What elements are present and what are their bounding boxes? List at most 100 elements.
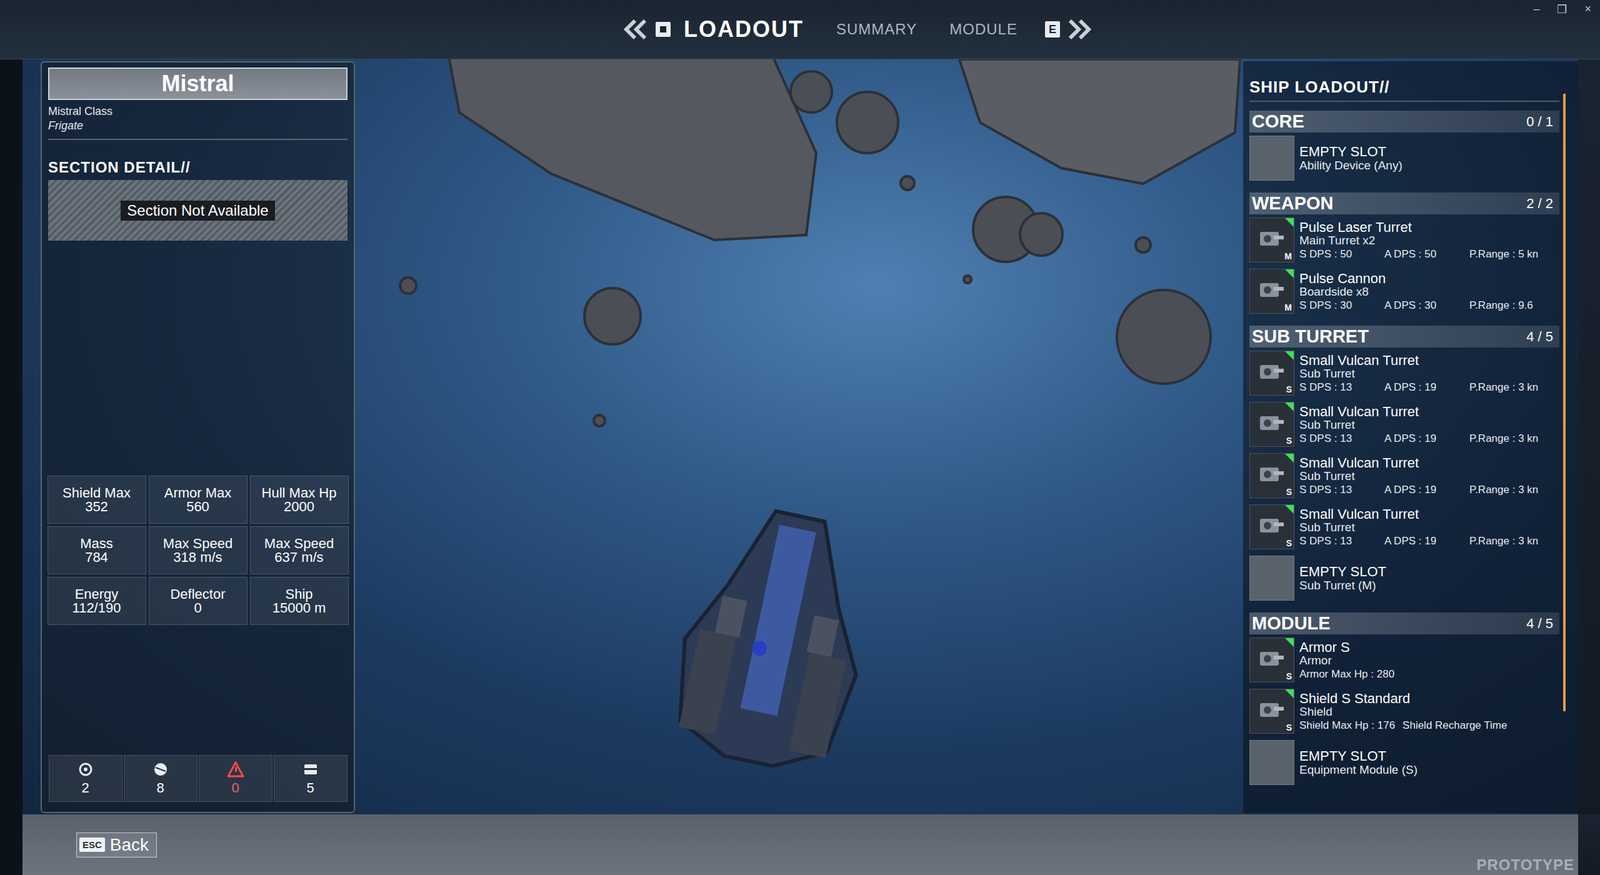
loadout-slot[interactable]: EMPTY SLOTEquipment Module (S) <box>1249 736 1560 789</box>
slot-stats: S DPS : 30A DPS : 30P.Range : 9.6 <box>1299 300 1555 312</box>
slot-stat: A DPS : 19 <box>1384 484 1462 496</box>
device-icon <box>1255 510 1287 542</box>
prev-tab-icon[interactable] <box>622 18 649 40</box>
stat-value: 112/190 <box>72 601 122 615</box>
slot-stats: S DPS : 13A DPS : 19P.Range : 3 kn <box>1299 484 1555 496</box>
nav-tab[interactable]: LOADOUT <box>677 13 810 45</box>
ship-type: Frigate <box>48 119 348 140</box>
slot-stats: S DPS : 13A DPS : 19P.Range : 3 kn <box>1299 381 1555 394</box>
equipped-marker <box>1285 505 1294 514</box>
slot-stat: P.Range : 3 kn <box>1469 433 1547 445</box>
section-title: CORE <box>1251 111 1305 132</box>
stat-cell: Armor Max560 <box>148 475 248 524</box>
section-count: 4 / 5 <box>1526 328 1554 345</box>
slot-stats: Armor Max Hp : 280 <box>1299 668 1402 680</box>
stat-label: Shield Max <box>62 486 131 500</box>
slot-text: EMPTY SLOTAbility Device (Any) <box>1299 144 1403 172</box>
slot-text: Armor SArmorArmor Max Hp : 280 <box>1299 640 1402 681</box>
loadout-slot[interactable]: SSmall Vulcan TurretSub TurretS DPS : 13… <box>1249 501 1560 553</box>
slot-type: Armor <box>1299 654 1402 668</box>
loadout-slot[interactable]: SShield S StandardShieldShield Max Hp : … <box>1249 685 1560 737</box>
slot-icon <box>1249 740 1295 785</box>
stat-label: Deflector <box>170 587 225 602</box>
slot-type: Boardside x8 <box>1299 285 1555 299</box>
stat-cell: Max Speed318 m/s <box>148 526 248 575</box>
scrollbar[interactable] <box>1563 93 1566 712</box>
slot-type: Main Turret x2 <box>1299 234 1555 248</box>
slot-text: Pulse CannonBoardside x8S DPS : 30A DPS … <box>1299 271 1555 312</box>
loadout-title: SHIP LOADOUT// <box>1249 77 1560 102</box>
loadout-slot[interactable]: SSmall Vulcan TurretSub TurretS DPS : 13… <box>1249 398 1560 450</box>
loadout-slot[interactable]: S Small Vulcan TurretSub TurretS DPS : 13… <box>1249 450 1560 502</box>
left-edge <box>0 59 23 815</box>
slot-name: Shield S Standard <box>1299 691 1515 707</box>
stat-value: 15000 m <box>272 601 327 615</box>
slot-text: Small Vulcan TurretSub TurretS DPS : 13A… <box>1299 455 1555 497</box>
window-control[interactable]: × <box>1583 1 1593 18</box>
slot-stat: P.Range : 3 kn <box>1469 535 1547 547</box>
nav-tab[interactable]: SUMMARY <box>830 18 924 41</box>
slot-stat: P.Range : 5 kn <box>1469 248 1547 260</box>
left-edge <box>0 814 23 875</box>
device-icon <box>1255 223 1287 255</box>
loadout-slot[interactable]: SSmall Vulcan TurretSub TurretS DPS : 13… <box>1249 347 1560 399</box>
size-badge: S <box>1286 435 1292 446</box>
slot-type: Shield <box>1299 705 1515 719</box>
slot-text: Small Vulcan TurretSub TurretS DPS : 13A… <box>1299 353 1555 394</box>
slot-stat: Shield Max Hp : 176 <box>1299 720 1395 732</box>
stat-value: 2000 <box>283 500 315 514</box>
tab-label: LOADOUT <box>683 16 804 42</box>
slot-icon <box>1249 555 1295 601</box>
slot-stat: Armor Max Hp : 280 <box>1299 668 1395 680</box>
slot-stat: A DPS : 30 <box>1384 300 1462 312</box>
slot-stat: Shield Recharge Time <box>1402 720 1507 732</box>
section-detail-title: SECTION DETAIL// <box>48 158 348 177</box>
size-badge: M <box>1284 302 1292 313</box>
equipped-marker <box>1285 218 1294 227</box>
stat-value: 637 m/s <box>274 550 324 565</box>
stat-label: Max Speed <box>163 536 233 551</box>
slot-stat: S DPS : 13 <box>1299 381 1377 394</box>
size-badge: S <box>1286 486 1292 497</box>
slot-text: EMPTY SLOTEquipment Module (S) <box>1299 748 1418 777</box>
bottom-bar: ESCBackPROTOTYPE <box>0 814 1600 875</box>
top-bar: LOADOUTSUMMARYMODULEE–❐× <box>0 0 1600 60</box>
resource-cell: 8 <box>123 755 198 802</box>
window-control[interactable]: – <box>1531 1 1541 18</box>
section-header: WEAPON2 / 2 <box>1249 192 1560 215</box>
warning-icon <box>227 761 244 778</box>
nav-tab[interactable]: MODULE <box>943 18 1024 41</box>
slot-name: Small Vulcan Turret <box>1299 404 1555 420</box>
slot-stat: S DPS : 13 <box>1299 484 1377 496</box>
slot-icon: S <box>1249 401 1295 447</box>
slot-type: Sub Turret <box>1299 418 1555 432</box>
loadout-slot[interactable]: EMPTY SLOTSub Turret (M) <box>1249 552 1560 604</box>
back-button[interactable]: ESCBack <box>76 832 157 858</box>
slot-text: Pulse Laser TurretMain Turret x2S DPS : … <box>1299 220 1555 261</box>
loadout-slot[interactable]: M Pulse CannonBoardside x8S DPS : 30A DPS… <box>1249 265 1560 317</box>
slot-icon <box>1249 135 1295 181</box>
stat-label: Hull Max Hp <box>261 486 337 500</box>
stat-cell: Ship15000 m <box>250 576 349 625</box>
slot-text: Shield S StandardShieldShield Max Hp : 1… <box>1299 691 1515 732</box>
slot-type: Sub Turret <box>1299 470 1555 484</box>
stat-value: 352 <box>85 500 109 514</box>
stat-value: 784 <box>85 550 109 565</box>
loadout-slot[interactable]: MPulse Laser TurretMain Turret x2S DPS :… <box>1249 214 1560 266</box>
stats-grid: Shield Max352 Armor Max560 Hull Max Hp2000… <box>48 475 348 625</box>
orb-icon <box>152 761 169 778</box>
ship-name: Mistral <box>48 67 348 100</box>
next-tab-icon[interactable] <box>1066 18 1093 40</box>
tab-label: SUMMARY <box>836 20 917 38</box>
window-control[interactable]: ❐ <box>1555 1 1569 18</box>
slot-icon: S <box>1249 637 1295 683</box>
slot-stats: S DPS : 50A DPS : 50P.Range : 5 kn <box>1299 248 1555 260</box>
loadout-slot[interactable]: EMPTY SLOTAbility Device (Any) <box>1249 132 1560 184</box>
space-view: MistralMistral ClassFrigateSECTION DETAI… <box>22 59 1579 815</box>
stat-value: 318 m/s <box>173 550 222 565</box>
footer: ESCBackPROTOTYPE <box>22 814 1579 875</box>
section-count: 4 / 5 <box>1526 615 1554 632</box>
tab-label: MODULE <box>949 20 1018 38</box>
loadout-slot[interactable]: SArmor SArmorArmor Max Hp : 280 <box>1249 634 1560 686</box>
resource-cell: 5 <box>273 755 348 802</box>
